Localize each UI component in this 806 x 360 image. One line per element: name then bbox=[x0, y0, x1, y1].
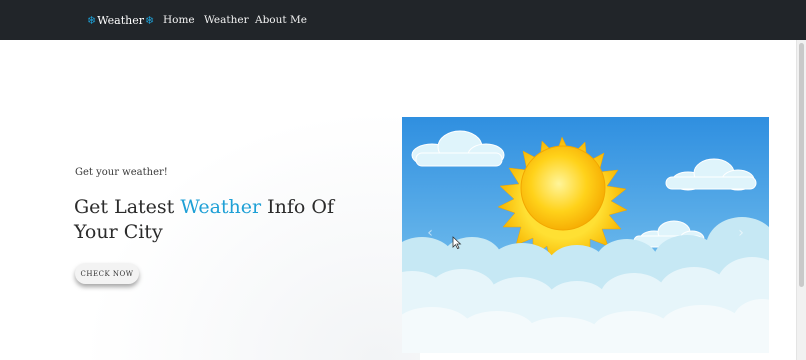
snowflake-icon: ❄ bbox=[144, 13, 155, 27]
nav-home-link[interactable]: Home bbox=[163, 14, 195, 26]
headline-accent: Weather bbox=[180, 196, 262, 218]
hero-eyebrow: Get your weather! bbox=[75, 167, 168, 178]
check-now-button[interactable]: CHECK NOW bbox=[75, 263, 139, 284]
mouse-pointer-icon bbox=[452, 236, 462, 250]
navbar: ❄ Weather ❄ Home Weather About Me bbox=[0, 0, 806, 40]
scrollbar-thumb[interactable] bbox=[799, 43, 804, 287]
nav-weather-link[interactable]: Weather bbox=[204, 14, 249, 26]
chevron-left-icon[interactable]: ‹ bbox=[422, 225, 438, 241]
snowflake-icon: ❄ bbox=[87, 13, 97, 27]
sun-and-clouds-illustration bbox=[402, 117, 769, 353]
chevron-right-icon[interactable]: › bbox=[733, 225, 749, 241]
weather-carousel[interactable]: ‹ › bbox=[402, 117, 769, 353]
brand-label: Weather bbox=[97, 13, 144, 27]
headline-text-start: Get Latest bbox=[74, 196, 181, 218]
nav-about-link[interactable]: About Me bbox=[255, 14, 307, 26]
sun-icon bbox=[520, 145, 606, 231]
brand-link[interactable]: ❄ Weather ❄ bbox=[87, 12, 154, 28]
hero-headline: Get Latest Weather Info Of Your City bbox=[74, 195, 374, 245]
